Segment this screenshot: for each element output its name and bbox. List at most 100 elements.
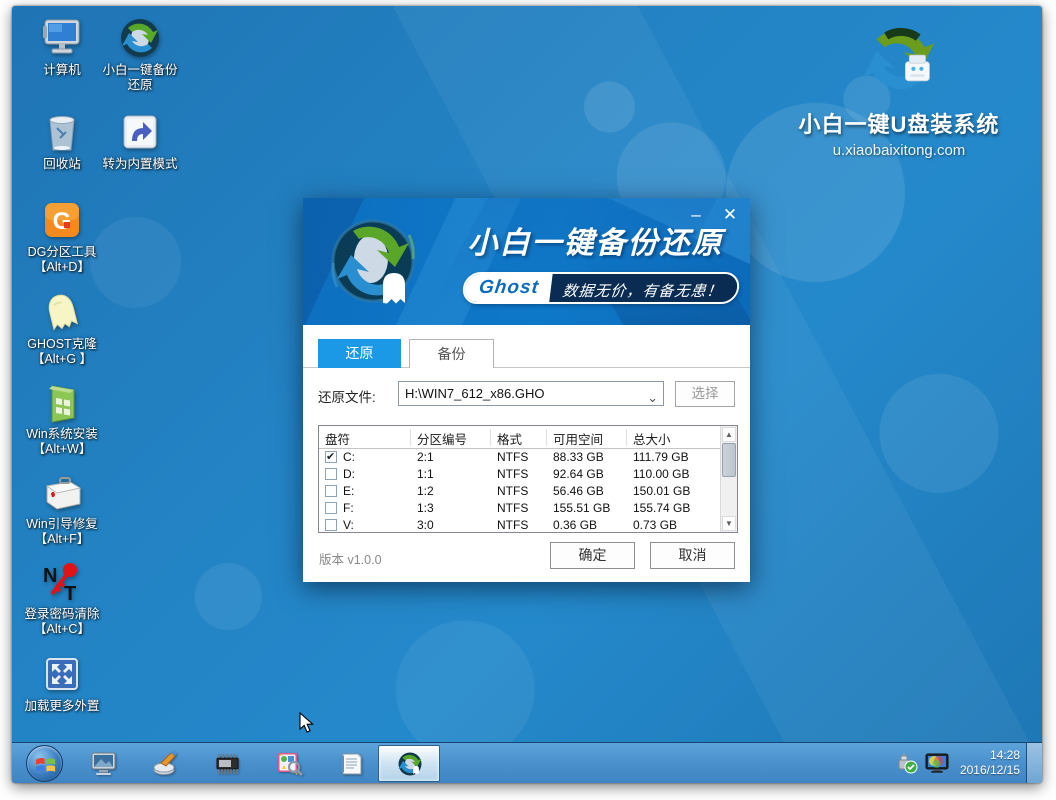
notepad-icon[interactable] <box>338 750 365 777</box>
table-row[interactable]: E: 1:2 NTFS 56.46 GB 150.01 GB <box>319 483 720 500</box>
tab-backup[interactable]: 备份 <box>409 339 494 368</box>
desktop-icon-win-boot-repair[interactable]: Win引导修复 【Alt+F】 <box>14 470 110 547</box>
row-checkbox[interactable] <box>325 519 337 531</box>
scroll-up-icon[interactable]: ▲ <box>722 427 736 442</box>
disk-cleanup-icon[interactable] <box>152 750 179 777</box>
cell-partition: 3:0 <box>417 518 434 532</box>
screenshot-tool-icon[interactable] <box>276 750 303 777</box>
ghost-badge: Ghost 数据无价，有备无患！ <box>461 272 741 304</box>
desktop-icon-backup-restore[interactable]: 小白一键备份 还原 <box>92 16 188 93</box>
desktop-icon-dg-partition[interactable]: G DG分区工具 【Alt+D】 <box>14 198 110 275</box>
svg-text:G: G <box>53 208 72 235</box>
memory-tool-icon[interactable] <box>214 750 241 777</box>
system-tray: 14:28 2016/12/15 <box>896 743 1020 783</box>
dg-partition-icon: G <box>40 198 84 242</box>
brand-block: 小白一键U盘装系统 u.xiaobaixitong.com <box>774 20 1024 159</box>
mouse-cursor <box>298 712 318 734</box>
shortcut-arrow-icon <box>118 110 162 154</box>
desktop-icon-load-more[interactable]: 加载更多外置 <box>14 652 110 714</box>
table-row[interactable]: C: 2:1 NTFS 88.33 GB 111.79 GB <box>319 449 720 466</box>
dialog-title: 小白一键备份还原 <box>453 218 738 262</box>
cell-partition: 1:3 <box>417 501 434 515</box>
sync-arrows-icon <box>118 16 162 60</box>
desktop-icon-label: Win系统安装 <box>26 427 98 441</box>
display-color-icon[interactable] <box>925 752 949 774</box>
desktop-icon-label-line2: 【Alt+F】 <box>35 532 90 546</box>
cell-free: 155.51 GB <box>553 501 610 515</box>
row-checkbox[interactable] <box>325 468 337 480</box>
computer-icon <box>40 16 84 60</box>
desktop-icon-password-clear[interactable]: N T 登录密码清除 【Alt+C】 <box>14 560 110 637</box>
col-drive: 盘符 <box>319 429 411 446</box>
recycle-bin-icon <box>40 110 84 154</box>
desktop-icon-label-line2: 【Alt+C】 <box>34 622 90 636</box>
table-row[interactable]: F: 1:3 NTFS 155.51 GB 155.74 GB <box>319 500 720 517</box>
cell-format: NTFS <box>497 467 528 481</box>
desktop-icon-label: GHOST克隆 <box>27 337 96 351</box>
desktop-icon-label: DG分区工具 <box>28 245 97 259</box>
ok-button[interactable]: 确定 <box>550 542 635 569</box>
chevron-down-icon[interactable]: ⌄ <box>647 386 658 406</box>
cell-drive: D: <box>343 467 355 481</box>
scroll-down-icon[interactable]: ▼ <box>722 516 736 531</box>
show-desktop-button[interactable] <box>1026 743 1042 783</box>
select-file-button[interactable]: 选择 <box>675 381 735 407</box>
display-tool-icon[interactable] <box>90 750 117 777</box>
brand-logo-icon <box>859 20 939 100</box>
clock-time: 14:28 <box>960 748 1020 763</box>
cell-total: 150.01 GB <box>633 484 690 498</box>
cell-format: NTFS <box>497 450 528 464</box>
row-checkbox[interactable] <box>325 451 337 463</box>
cell-free: 88.33 GB <box>553 450 604 464</box>
nt-key-icon: N T <box>40 560 84 604</box>
restore-file-combobox[interactable]: H:\WIN7_612_x86.GHO ⌄ <box>398 381 664 406</box>
cell-free: 0.36 GB <box>553 518 597 532</box>
ghost-icon <box>40 290 84 334</box>
taskbar-active-app[interactable] <box>378 745 440 782</box>
toolbox-icon <box>40 470 84 514</box>
desktop-icon-label: 转为内置模式 <box>92 157 188 172</box>
desktop-icon-ghost-clone[interactable]: GHOST克隆 【Alt+G 】 <box>14 290 110 367</box>
minimize-button[interactable]: – <box>686 206 706 223</box>
close-button[interactable]: ✕ <box>720 206 740 223</box>
tab-restore[interactable]: 还原 <box>318 339 401 368</box>
cell-format: NTFS <box>497 501 528 515</box>
table-row[interactable]: V: 3:0 NTFS 0.36 GB 0.73 GB <box>319 517 720 534</box>
cell-free: 92.64 GB <box>553 467 604 481</box>
cell-partition: 2:1 <box>417 450 434 464</box>
cell-total: 111.79 GB <box>633 450 689 464</box>
cancel-button[interactable]: 取消 <box>650 542 735 569</box>
dialog-tabbar: 还原 备份 <box>303 325 750 368</box>
desktop-icon-win-install[interactable]: Win系统安装 【Alt+W】 <box>14 380 110 457</box>
expand-arrows-icon <box>40 652 84 696</box>
taskbar-clock[interactable]: 14:28 2016/12/15 <box>960 748 1020 778</box>
restore-file-label: 还原文件: <box>318 386 376 406</box>
svg-text:N: N <box>43 565 57 587</box>
restore-file-row: 还原文件: H:\WIN7_612_x86.GHO ⌄ 选择 <box>318 381 735 407</box>
row-checkbox[interactable] <box>325 485 337 497</box>
cell-partition: 1:2 <box>417 484 434 498</box>
cell-format: NTFS <box>497 518 528 532</box>
col-partition: 分区编号 <box>411 429 491 446</box>
cell-drive: V: <box>343 518 354 532</box>
cell-drive: E: <box>343 484 354 498</box>
cell-drive: F: <box>343 501 354 515</box>
desktop-icon-label-line2: 【Alt+W】 <box>33 442 92 456</box>
desktop-icon-label: 登录密码清除 <box>24 607 99 621</box>
start-button[interactable] <box>26 745 63 782</box>
table-scrollbar[interactable]: ▲ ▼ <box>720 426 737 532</box>
row-checkbox[interactable] <box>325 502 337 514</box>
desktop-icon-label: 小白一键备份 <box>102 63 177 77</box>
table-row[interactable]: D: 1:1 NTFS 92.64 GB 110.00 GB <box>319 466 720 483</box>
usb-safely-remove-icon[interactable] <box>896 752 918 774</box>
col-free: 可用空间 <box>547 429 627 446</box>
desktop-icon-internal-mode[interactable]: 转为内置模式 <box>92 110 188 172</box>
scroll-thumb[interactable] <box>722 443 736 477</box>
dialog-logo-icon <box>323 211 423 311</box>
cell-total: 110.00 GB <box>633 467 689 481</box>
desktop-icon-label-line2: 还原 <box>127 78 152 92</box>
svg-text:T: T <box>64 583 76 604</box>
ghost-badge-slogan: 数据无价，有备无患！ <box>549 274 738 302</box>
cell-format: NTFS <box>497 484 528 498</box>
windows-flag-icon <box>34 753 57 776</box>
